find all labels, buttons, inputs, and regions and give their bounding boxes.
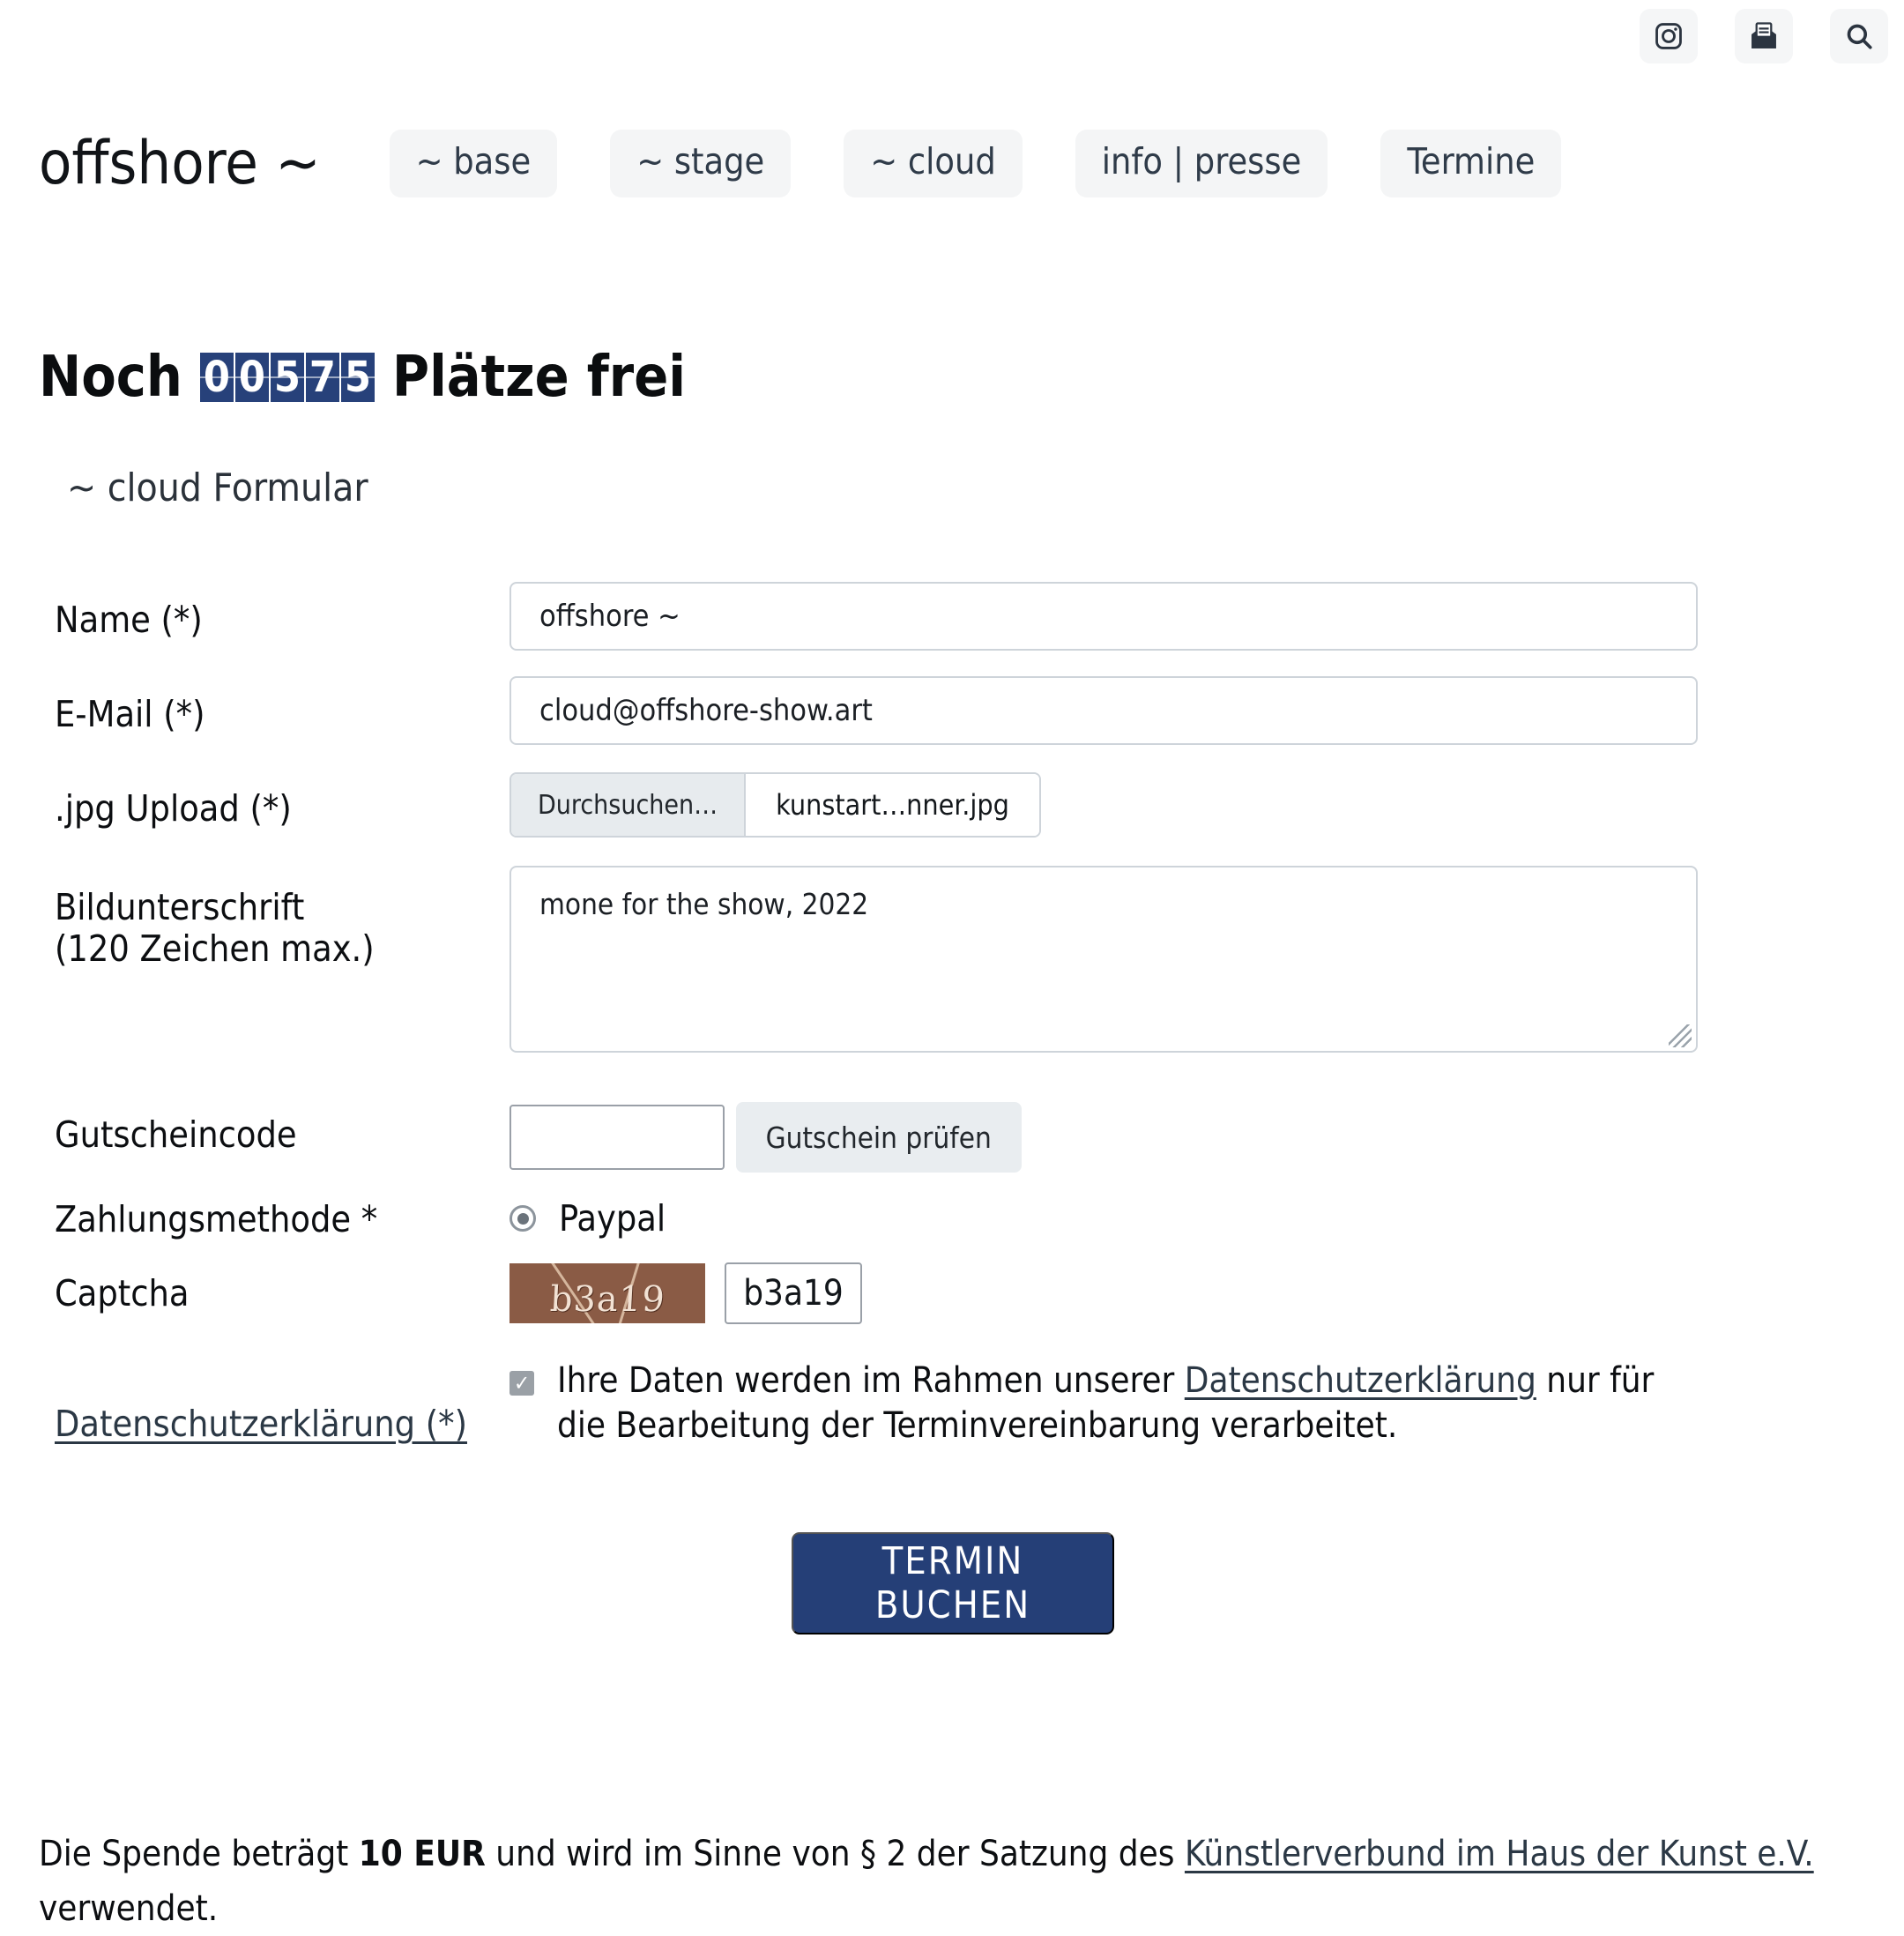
top-utility-bar [0, 0, 1904, 72]
seats-flip-counter: 0 0 5 7 5 [199, 352, 375, 402]
captcha-image-text: b3a19 [548, 1279, 666, 1320]
footnote-text-before: Die Spende beträgt [39, 1834, 359, 1874]
payment-option-paypal[interactable]: Paypal [509, 1197, 666, 1240]
flip-digit: 0 [234, 352, 269, 402]
browse-button[interactable]: Durchsuchen… [511, 774, 747, 836]
voucher-field-wrap: Gutschein prüfen [509, 1102, 1022, 1173]
captcha-input-value: b3a19 [743, 1273, 844, 1314]
email-label: E-Mail (*) [55, 693, 205, 735]
voucher-input[interactable] [509, 1105, 725, 1170]
form-row-payment: Zahlungsmethode * Paypal [0, 1190, 1904, 1270]
file-picker[interactable]: Durchsuchen… kunstart…nner.jpg [509, 772, 1041, 838]
captcha-field-wrap: b3a19 b3a19 [509, 1262, 862, 1324]
form-row-privacy: Datenschutzerklärung (*) ✓ Ihre Daten we… [0, 1351, 1904, 1501]
nav-item-info-presse[interactable]: info | presse [1075, 129, 1328, 197]
instagram-icon-button[interactable] [1640, 9, 1698, 63]
privacy-policy-inline-link[interactable]: Datenschutzerklärung [1185, 1360, 1536, 1401]
form-row-captcha: Captcha b3a19 b3a19 [0, 1261, 1904, 1358]
payment-field-wrap: Paypal [509, 1197, 666, 1240]
nav-item-cloud[interactable]: ~ cloud [844, 129, 1023, 197]
nav-item-termine[interactable]: Termine [1380, 129, 1562, 197]
privacy-field-wrap: ✓ Ihre Daten werden im Rahmen unserer Da… [509, 1359, 1682, 1448]
form-heading: ~ cloud Formular [67, 465, 368, 510]
site-logo[interactable]: offshore ~ [39, 129, 321, 198]
privacy-label-wrap: Datenschutzerklärung (*) [55, 1362, 467, 1445]
newsletter-icon-button[interactable] [1735, 9, 1793, 63]
submit-booking-button[interactable]: TERMIN BUCHEN [792, 1532, 1114, 1634]
form-row-upload: .jpg Upload (*) Durchsuchen… kunstart…nn… [0, 771, 1904, 867]
footnote-text-tail: verwendet. [39, 1888, 219, 1929]
flip-digit: 0 [199, 352, 234, 402]
search-icon-button[interactable] [1830, 9, 1888, 63]
check-voucher-button[interactable]: Gutschein prüfen [735, 1102, 1022, 1173]
form-row-name: Name (*) [0, 582, 1904, 679]
selected-filename: kunstart…nner.jpg [746, 774, 1039, 836]
masthead: offshore ~ ~ base ~ stage ~ cloud info |… [0, 115, 1904, 212]
captcha-row: b3a19 b3a19 [509, 1262, 862, 1324]
upload-label: .jpg Upload (*) [55, 787, 292, 830]
association-link[interactable]: Künstlerverbund im Haus der Kunst e.V. [1185, 1834, 1814, 1874]
instagram-icon [1654, 21, 1684, 51]
textarea-resize-handle[interactable] [1669, 1024, 1692, 1047]
form-row-voucher: Gutscheincode Gutschein prüfen [0, 1093, 1904, 1190]
privacy-text-before: Ihre Daten werden im Rahmen unserer [557, 1360, 1185, 1401]
privacy-checkbox[interactable]: ✓ [509, 1371, 534, 1396]
flip-digit: 7 [305, 352, 339, 402]
donation-footnote: Die Spende beträgt 10 EUR und wird im Si… [39, 1827, 1855, 1936]
headline-suffix: Plätze frei [391, 344, 686, 410]
headline-prefix: Noch [39, 344, 182, 410]
newsletter-icon [1748, 21, 1780, 51]
payment-label: Zahlungsmethode * [55, 1198, 378, 1240]
top-icon-group [1640, 9, 1888, 63]
flip-digit: 5 [270, 352, 304, 402]
payment-option-label: Paypal [559, 1197, 666, 1240]
captcha-label: Captcha [55, 1272, 190, 1314]
upload-field-wrap: Durchsuchen… kunstart…nner.jpg [509, 772, 1041, 838]
footnote-amount: 10 EUR [358, 1834, 486, 1874]
name-label: Name (*) [55, 599, 203, 641]
radio-paypal[interactable] [509, 1205, 536, 1232]
captcha-input[interactable]: b3a19 [725, 1262, 862, 1324]
email-input[interactable] [509, 676, 1698, 745]
caption-textarea[interactable]: mone for the show, 2022 [509, 866, 1698, 1053]
search-icon [1844, 21, 1874, 51]
nav-item-base[interactable]: ~ base [389, 129, 558, 197]
form-row-email: E-Mail (*) [0, 676, 1904, 773]
caption-textarea-value: mone for the show, 2022 [539, 887, 869, 921]
caption-field-wrap: mone for the show, 2022 [509, 866, 1698, 1053]
voucher-label: Gutscheincode [55, 1113, 297, 1156]
nav-item-stage[interactable]: ~ stage [610, 129, 792, 197]
flip-digit: 5 [340, 352, 375, 402]
name-input[interactable] [509, 582, 1698, 651]
main-navigation: ~ base ~ stage ~ cloud info | presse Ter… [389, 129, 1562, 197]
privacy-consent: ✓ Ihre Daten werden im Rahmen unserer Da… [509, 1359, 1682, 1448]
form-row-caption: Bildunterschrift (120 Zeichen max.) mone… [0, 866, 1904, 1086]
email-field-wrap [509, 676, 1698, 745]
name-field-wrap [509, 582, 1698, 651]
captcha-image: b3a19 [509, 1263, 705, 1323]
caption-label: Bildunterschrift (120 Zeichen max.) [55, 886, 375, 971]
privacy-consent-text: Ihre Daten werden im Rahmen unserer Date… [557, 1359, 1682, 1448]
page-title: Noch 0 0 5 7 5 Plätze frei [39, 345, 686, 410]
footnote-text-middle: und wird im Sinne von § 2 der Satzung de… [485, 1834, 1185, 1874]
privacy-policy-label-link[interactable]: Datenschutzerklärung (*) [55, 1403, 467, 1445]
